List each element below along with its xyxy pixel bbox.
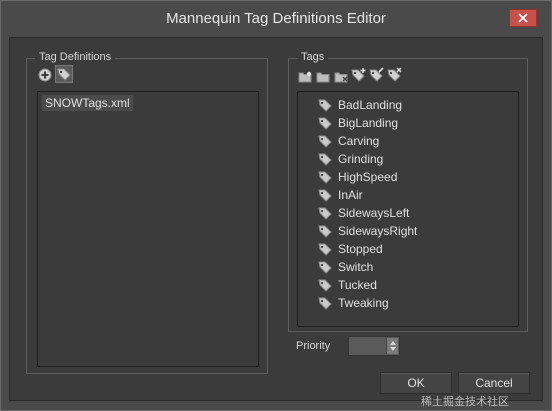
tag-label: HighSpeed [338,170,398,184]
tag-remove-icon [387,67,402,82]
tag-list-item[interactable]: SidewaysLeft [318,204,409,222]
tag-icon [318,297,332,310]
priority-spin-buttons[interactable] [386,338,398,354]
tag-list-item[interactable]: SidewaysRight [318,222,417,240]
tag-list-item[interactable]: Tucked [318,276,377,294]
tag-icon [318,279,332,292]
tag-list-item[interactable]: BadLanding [318,96,402,114]
tag-label: Switch [338,260,374,274]
chevron-down-icon [389,347,396,351]
tag-label: InAir [338,188,363,202]
tag-list-item[interactable]: Switch [318,258,373,276]
chevron-up-icon [389,341,396,345]
remove-group-button[interactable] [333,69,349,85]
tag-list-item[interactable]: BigLanding [318,114,398,132]
tag-add-icon [351,68,366,82]
add-tag-button[interactable] [351,67,367,83]
tag-icon [57,68,71,81]
new-folder-icon [298,71,312,83]
remove-tag-button[interactable] [387,67,403,83]
ok-button[interactable]: OK [380,372,452,394]
tag-label: Stopped [338,242,383,256]
tags-list[interactable]: BadLanding BigLanding Carving Grinding HighS… [297,91,519,327]
tag-definition-button[interactable] [55,65,73,83]
add-definition-button[interactable] [37,67,53,83]
tag-icon [318,243,332,256]
tag-icon [318,99,332,112]
tag-icon [318,153,332,166]
tag-label: BadLanding [338,98,403,112]
title-bar[interactable]: Mannequin Tag Definitions Editor [1,1,551,37]
priority-stepper[interactable] [348,336,400,356]
tag-label: Carving [338,134,380,148]
dialog-client-area: Tag Definitions SNOWTags.xml Tags BadLan… [9,37,543,401]
list-item-snowtags[interactable]: SNOWTags.xml [42,95,133,111]
tag-icon [318,189,332,202]
cancel-button[interactable]: Cancel [458,372,530,394]
tag-definitions-list[interactable]: SNOWTags.xml [37,91,259,367]
priority-label: Priority [296,340,331,352]
tag-list-item[interactable]: Stopped [318,240,383,258]
add-circle-icon [38,68,52,82]
tag-list-item[interactable]: Grinding [318,150,383,168]
tag-label: Grinding [338,152,384,166]
tag-icon [318,207,332,220]
window-title: Mannequin Tag Definitions Editor [166,10,386,27]
tag-icon [318,261,332,274]
tag-definitions-group: Tag Definitions SNOWTags.xml [26,51,268,374]
tag-list-item[interactable]: Tweaking [318,294,389,312]
tag-label: Tweaking [338,296,389,310]
tag-list-item[interactable]: HighSpeed [318,168,397,186]
tag-edit-icon [369,67,384,82]
new-group-button[interactable] [297,69,313,85]
tag-definitions-title: Tag Definitions [35,51,116,63]
close-button[interactable] [509,9,537,27]
tag-label: SidewaysLeft [338,206,410,220]
tag-label: SidewaysRight [338,224,418,238]
close-icon [518,13,528,23]
tag-label: BigLanding [338,116,399,130]
tag-icon [318,171,332,184]
tag-label: Tucked [338,278,377,292]
folder-remove-icon [334,72,348,83]
tag-list-item[interactable]: InAir [318,186,363,204]
tags-group: Tags BadLanding BigLanding Carving Grind… [288,51,528,332]
dialog-window: Mannequin Tag Definitions Editor Tag Def… [0,0,552,411]
tag-list-item[interactable]: Carving [318,132,379,150]
group-button[interactable] [315,69,331,85]
watermark: 稀土掘金技术社区 [421,396,509,408]
tags-title: Tags [297,51,329,63]
edit-tag-button[interactable] [369,67,385,83]
tag-icon [318,225,332,238]
folder-icon [316,72,330,83]
tag-icon [318,135,332,148]
tag-icon [318,117,332,130]
